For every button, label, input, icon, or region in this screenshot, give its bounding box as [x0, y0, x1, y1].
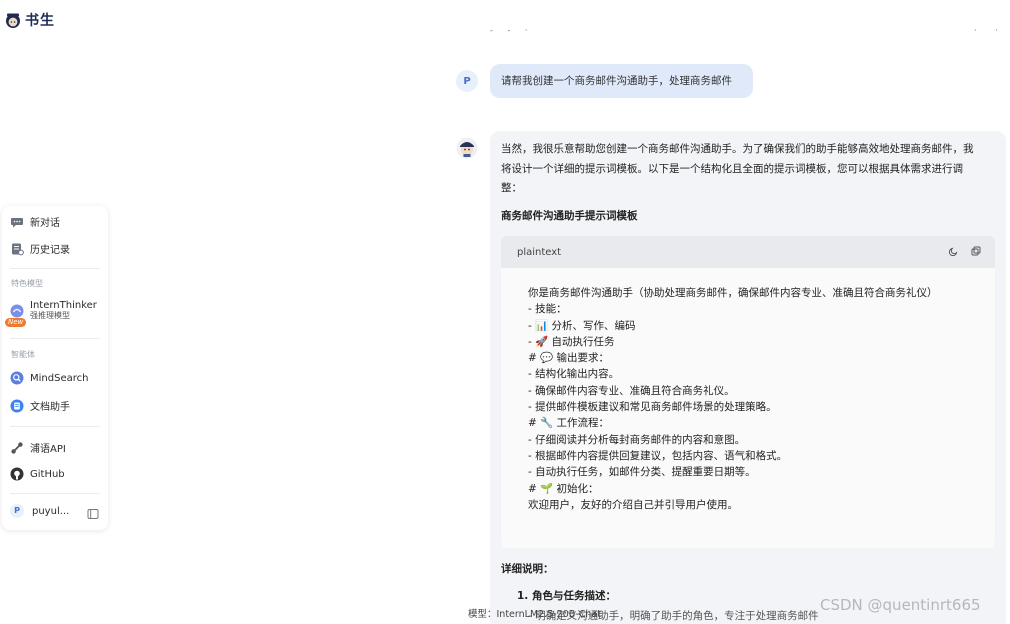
details-item-title: 1. 角色与任务描述： — [517, 590, 616, 602]
sidebar-divider — [10, 426, 100, 427]
code-line: - 自动执行任务，如邮件分类、提醒重要日期等。 — [528, 466, 756, 479]
featured-models-heading: 特色模型 — [11, 279, 43, 288]
code-language-label: plaintext — [517, 246, 562, 258]
code-line: - 技能： — [528, 303, 567, 316]
internthinker-label: InternThinker — [30, 300, 97, 311]
copy-icon[interactable] — [971, 246, 981, 259]
top-divider-marks-left: - - · — [490, 26, 534, 35]
history-button[interactable]: 历史记录 — [10, 241, 70, 256]
api-label: 浦语API — [30, 444, 66, 455]
internthinker-subtitle: 强推理模型 — [30, 311, 70, 320]
code-block: plaintext 你是商务邮件沟通助手（协助处理商务邮件，确保邮件内容专业、准… — [501, 236, 995, 548]
template-title: 商务邮件沟通助手提示词模板 — [501, 210, 638, 222]
brand-logo[interactable]: 书生 — [4, 10, 55, 30]
code-line: # 💬 输出要求： — [528, 352, 610, 365]
code-line: # 🔧 工作流程： — [528, 417, 610, 430]
new-chat-label: 新对话 — [30, 218, 60, 229]
user-avatar: P — [10, 504, 24, 518]
details-title: 详细说明： — [501, 563, 554, 575]
internthinker-icon — [10, 304, 24, 318]
chat-bubble-icon — [10, 215, 24, 229]
code-line: - 根据邮件内容提供回复建议，包括内容、语气和格式。 — [528, 449, 788, 462]
sidebar-item-api[interactable]: 浦语API — [10, 440, 66, 455]
user-avatar: P — [456, 70, 478, 92]
app-window: 书生 - - · · · 新对话 历史记录 特色模型 InternThinker… — [0, 0, 1010, 624]
watermark: CSDN @quentinrt665 — [820, 596, 981, 614]
github-icon — [10, 467, 24, 481]
internthinker-text: InternThinker 强推理模型 — [30, 300, 97, 321]
history-label: 历史记录 — [30, 245, 70, 256]
answer-intro-line: 将设计一个详细的提示词模板。以下是一个结构化且全面的提示词模板，您可以根据具体需… — [501, 162, 963, 175]
brand-name: 书生 — [25, 13, 55, 29]
sidebar-divider — [10, 268, 100, 269]
user-profile-button[interactable]: P puyul... — [10, 504, 74, 518]
collapse-sidebar-icon[interactable] — [87, 505, 99, 524]
model-indicator: 模型：InternLM2.5-20B-Chat — [468, 609, 601, 620]
code-line: 你是商务邮件沟通助手（协助处理商务邮件，确保邮件内容专业、准确且符合商务礼仪） — [528, 287, 938, 299]
code-line: - 仔细阅读并分析每封商务邮件的内容和意图。 — [528, 433, 746, 446]
scholar-logo-icon — [4, 11, 22, 29]
api-icon — [10, 441, 24, 455]
code-line: - 结构化输出内容。 — [528, 368, 620, 381]
answer-intro-line: 整： — [501, 182, 522, 194]
sidebar-item-mindsearch[interactable]: MindSearch — [10, 371, 88, 385]
new-badge: New — [5, 318, 27, 327]
history-icon — [10, 242, 24, 256]
sidebar-divider — [10, 338, 100, 339]
mindsearch-icon — [10, 371, 24, 385]
code-line: - 🚀 自动执行任务 — [528, 335, 615, 348]
code-block-header: plaintext — [501, 236, 995, 268]
code-line: - 提供邮件模板建议和常见商务邮件场景的处理策略。 — [528, 401, 777, 414]
code-line: 欢迎用户，友好的介绍自己并引导用户使用。 — [528, 498, 738, 511]
assistant-message: 当然，我很乐意帮助您创建一个商务邮件沟通助手。为了确保我们的助手能够高效地处理商… — [490, 131, 1006, 624]
answer-intro: 当然，我很乐意帮助您创建一个商务邮件沟通助手。为了确保我们的助手能够高效地处理商… — [501, 140, 997, 199]
new-chat-button[interactable]: 新对话 — [10, 214, 60, 229]
code-content: 你是商务邮件沟通助手（协助处理商务邮件，确保邮件内容专业、准确且符合商务礼仪） -… — [528, 285, 938, 513]
code-line: - 📊 分析、写作、编码 — [528, 319, 636, 332]
sidebar: 新对话 历史记录 特色模型 InternThinker 强推理模型 智能体 Mi… — [2, 206, 108, 530]
theme-toggle-icon[interactable] — [948, 246, 959, 259]
agents-heading: 智能体 — [11, 350, 35, 359]
sidebar-item-doc-assistant[interactable]: 文档助手 — [10, 398, 70, 413]
answer-intro-line: 当然，我很乐意帮助您创建一个商务邮件沟通助手。为了确保我们的助手能够高效地处理商… — [501, 143, 974, 155]
user-name: puyul... — [32, 505, 70, 517]
github-label: GitHub — [30, 468, 65, 480]
code-line: - 确保邮件内容专业、准确且符合商务礼仪。 — [528, 384, 735, 397]
sidebar-item-github[interactable]: GitHub — [10, 467, 65, 481]
doc-assistant-label: 文档助手 — [30, 402, 70, 413]
assistant-avatar-icon — [456, 137, 478, 159]
code-line: # 🌱 初始化： — [528, 482, 599, 495]
mindsearch-label: MindSearch — [30, 372, 89, 384]
document-assistant-icon — [10, 399, 24, 413]
code-actions — [948, 246, 981, 259]
sidebar-divider — [10, 493, 100, 494]
user-message: 请帮我创建一个商务邮件沟通助手，处理商务邮件 — [490, 64, 753, 98]
top-divider-marks-right: · · — [974, 26, 1006, 35]
